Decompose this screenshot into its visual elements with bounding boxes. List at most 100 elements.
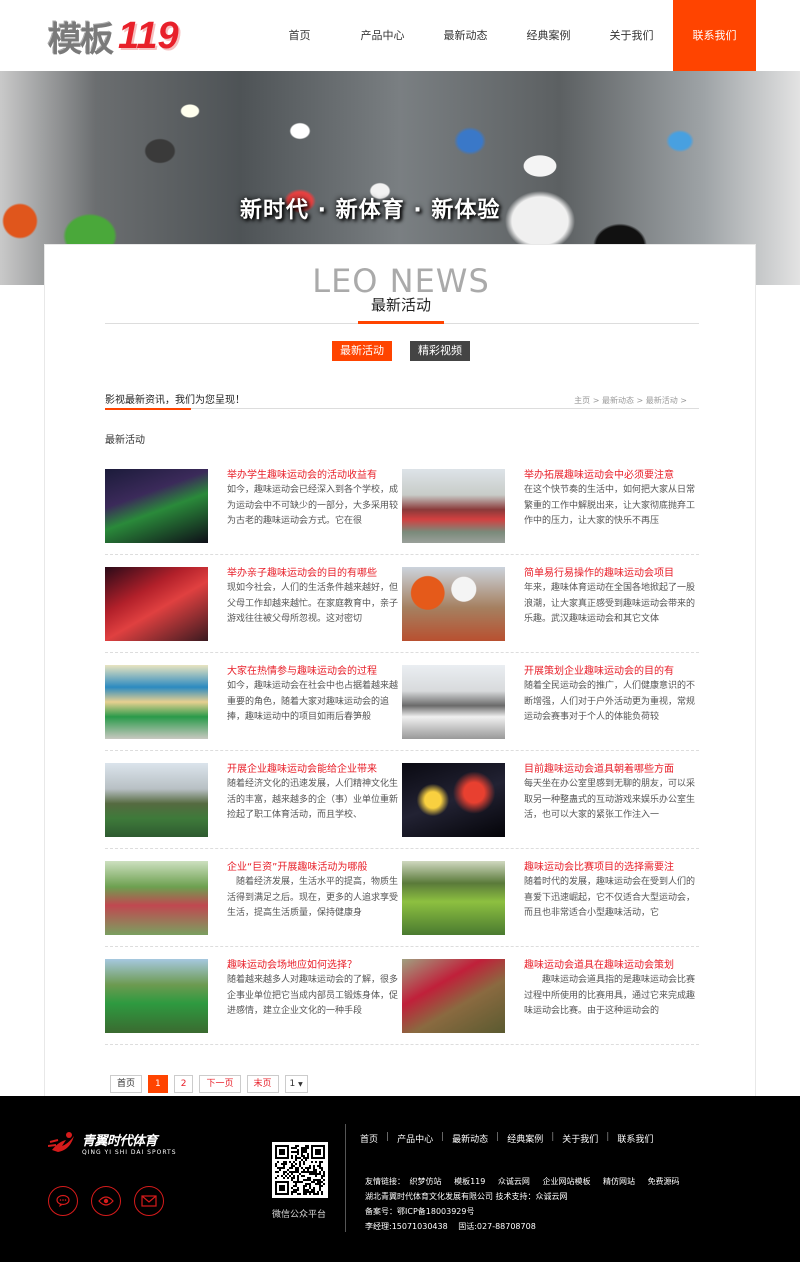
footer-brand-en: QING YI SHI DAI SPORTS: [82, 1149, 177, 1156]
news-item[interactable]: 开展企业趣味运动会能给企业带来随着经济文化的迅速发展，人们精神文化生活的丰富，越…: [105, 763, 401, 837]
news-title[interactable]: 开展策划企业趣味运动会的目的有: [524, 665, 698, 679]
row-divider: [105, 946, 699, 947]
pager-next[interactable]: 下一页: [199, 1075, 241, 1093]
news-thumbnail[interactable]: [105, 665, 208, 739]
news-item[interactable]: 举办亲子趣味运动会的目的有哪些现如今社会，人们的生活条件越来越好，但父母工作却越…: [105, 567, 401, 641]
nav-news[interactable]: 最新动态: [424, 0, 507, 71]
news-title[interactable]: 趣味运动会比赛项目的选择需要注: [524, 861, 698, 875]
nav-contact[interactable]: 联系我们: [673, 0, 756, 71]
tab-videos[interactable]: 精彩视频: [410, 341, 470, 361]
breadcrumb[interactable]: 主页 > 最新动态 > 最新活动 >: [574, 395, 687, 406]
footer-nav-news[interactable]: 最新动态: [452, 1132, 488, 1145]
news-item[interactable]: 开展策划企业趣味运动会的目的有 随着全民运动会的推广，人们健康意识的不断增强，人们…: [402, 665, 698, 739]
footer-brand-cn: 青翼时代体育: [82, 1134, 158, 1149]
runner-logo-icon: [47, 1128, 78, 1158]
pagination: 首页 1 2 下一页 末页 1 ▼: [110, 1075, 308, 1093]
news-item[interactable]: 简单易行易操作的趣味运动会项目年来，趣味体育运动在全国各地掀起了一股浪潮，让大家…: [402, 567, 698, 641]
news-excerpt: 年来，趣味体育运动在全国各地掀起了一股浪潮，让大家真正感受到趣味运动会带来的乐趣…: [524, 583, 696, 624]
friend-link[interactable]: 织梦仿站: [410, 1177, 442, 1186]
news-item[interactable]: 举办拓展趣味运动会中必须要注意 在这个快节奏的生活中，如何把大家从日常繁重的工作中…: [402, 469, 698, 543]
icp-number: 备案号：鄂ICP备18003929号: [365, 1207, 475, 1216]
pager-page[interactable]: 2: [173, 1075, 194, 1093]
news-title[interactable]: 开展企业趣味运动会能给企业带来: [227, 763, 401, 777]
row-divider: [105, 652, 699, 653]
news-item[interactable]: 大家在热情参与趣味运动会的过程如今，趣味运动会在社会中也占据着越来越重要的角色，…: [105, 665, 401, 739]
footer-nav-home[interactable]: 首页: [360, 1132, 378, 1145]
header: 模板 119 首页 产品中心 最新动态 经典案例 关于我们 联系我们: [0, 0, 800, 71]
section-title: 最新活动: [370, 296, 431, 314]
qr-label: 微信公众平台: [272, 1210, 327, 1220]
news-thumbnail[interactable]: [105, 861, 208, 935]
news-excerpt: 如今，趣味运动会在社会中也占据着越来越重要的角色，随着大家对趣味运动会的追捧，趣…: [227, 681, 399, 722]
news-item[interactable]: 目前趣味运动会道具朝着哪些方面每天坐在办公室里感到无聊的朋友，可以采取另一种整蛊…: [402, 763, 698, 837]
pager-select[interactable]: 1 ▼: [284, 1075, 308, 1093]
friend-link[interactable]: 精仿网站: [603, 1177, 635, 1186]
news-item[interactable]: 举办学生趣味运动会的活动收益有 如今，趣味运动会已经深入到各个学校，成为运动会中不…: [105, 469, 401, 543]
news-title[interactable]: 举办拓展趣味运动会中必须要注意: [524, 469, 698, 483]
news-title[interactable]: 趣味运动会道具在趣味运动会策划: [524, 959, 698, 973]
pager-last[interactable]: 末页: [246, 1075, 279, 1093]
footer-nav-contact[interactable]: 联系我们: [617, 1132, 653, 1145]
pager-page-current[interactable]: 1: [148, 1075, 168, 1093]
news-title[interactable]: 大家在热情参与趣味运动会的过程: [227, 665, 401, 679]
row-divider: [105, 750, 699, 751]
contact-info: 李经理:15071030438 固话:027-88708708: [365, 1222, 536, 1231]
wechat-qr-code: [272, 1142, 328, 1198]
news-thumbnail[interactable]: [105, 959, 208, 1033]
news-thumbnail[interactable]: [402, 469, 505, 543]
footer-nav-cases[interactable]: 经典案例: [507, 1132, 543, 1145]
logo[interactable]: 模板 119: [48, 14, 179, 60]
news-title[interactable]: 企业“巨资”开展趣味活动为哪般: [227, 861, 401, 875]
message-icon[interactable]: [48, 1186, 78, 1216]
sub-header: 影视最新资讯，我们为您呈现！ 主页 > 最新动态 > 最新活动 >: [105, 389, 699, 410]
news-thumbnail[interactable]: [105, 763, 208, 837]
pager-select-value: 1: [289, 1079, 296, 1089]
news-excerpt: 随着经济文化的迅速发展，人们精神文化生活的丰富，越来越多的企（事）业单位重新捡起…: [227, 779, 399, 820]
news-excerpt: 随着经济发展，生活水平的提高，物质生活得到满足之后。现在，更多的人追求享受生活，…: [227, 877, 399, 918]
tab-latest-activities[interactable]: 最新活动: [332, 341, 392, 361]
news-title[interactable]: 趣味运动会场地应如何选择？: [227, 959, 401, 973]
friend-link[interactable]: 众诚云网: [498, 1177, 530, 1186]
news-thumbnail[interactable]: [402, 567, 505, 641]
footer: 青翼时代体育 QING YI SHI DAI SPORTS 微信公众平台 首页 |…: [0, 1096, 800, 1262]
news-thumbnail[interactable]: [105, 469, 208, 543]
nav-cases[interactable]: 经典案例: [507, 0, 590, 71]
footer-nav-about[interactable]: 关于我们: [562, 1132, 598, 1145]
news-excerpt: 现如今社会，人们的生活条件越来越好，但父母工作却越来越忙。在家庭教育中，亲子游戏…: [227, 583, 399, 624]
sub-accent-bar: [105, 408, 191, 410]
friend-link[interactable]: 企业网站模板: [542, 1177, 590, 1186]
news-thumbnail[interactable]: [402, 763, 505, 837]
news-thumbnail[interactable]: [402, 665, 505, 739]
news-title[interactable]: 目前趣味运动会道具朝着哪些方面: [524, 763, 698, 777]
news-title[interactable]: 简单易行易操作的趣味运动会项目: [524, 567, 698, 581]
pager-first[interactable]: 首页: [110, 1075, 143, 1093]
news-item[interactable]: 趣味运动会比赛项目的选择需要注 随着时代的发展，趣味运动会在受到人们的喜爱下迅速崛…: [402, 861, 698, 935]
friend-link[interactable]: 免费源码: [648, 1177, 680, 1186]
eye-icon[interactable]: [91, 1186, 121, 1216]
news-excerpt: 趣味运动会道具指的是趣味运动会比赛过程中所使用的比赛用具，通过它来完成趣味运动会…: [524, 975, 696, 1016]
footer-logo[interactable]: 青翼时代体育 QING YI SHI DAI SPORTS: [47, 1128, 177, 1158]
news-thumbnail[interactable]: [402, 861, 505, 935]
news-excerpt: 每天坐在办公室里感到无聊的朋友，可以采取另一种整蛊式的互动游戏来娱乐办公室生活，…: [524, 779, 696, 820]
news-thumbnail[interactable]: [402, 959, 505, 1033]
news-panel: LEO NEWS 最新活动 最新活动 精彩视频 影视最新资讯，我们为您呈现！ 主…: [44, 244, 756, 1096]
mail-icon[interactable]: [134, 1186, 164, 1216]
friend-links: 友情链接： 织梦仿站 模板119 众诚云网 企业网站模板 精仿网站 免费源码: [365, 1174, 690, 1189]
news-item[interactable]: 趣味运动会场地应如何选择？ 随着越来越多人对趣味运动会的了解，很多企事业单位把它当…: [105, 959, 401, 1033]
logo-text: 模板: [48, 19, 114, 60]
row-divider: [105, 554, 699, 555]
footer-nav: 首页 | 产品中心 | 最新动态 | 经典案例 | 关于我们 | 联系我们: [360, 1132, 654, 1145]
news-item[interactable]: 趣味运动会道具在趣味运动会策划 趣味运动会道具指的是趣味运动会比赛过程中所使用的…: [402, 959, 698, 1033]
nav-about[interactable]: 关于我们: [590, 0, 673, 71]
news-title[interactable]: 举办亲子趣味运动会的目的有哪些: [227, 567, 401, 581]
chevron-down-icon: ▼: [298, 1081, 303, 1088]
nav-products[interactable]: 产品中心: [341, 0, 424, 71]
news-thumbnail[interactable]: [105, 567, 208, 641]
news-title[interactable]: 举办学生趣味运动会的活动收益有: [227, 469, 401, 483]
footer-info: 友情链接： 织梦仿站 模板119 众诚云网 企业网站模板 精仿网站 免费源码 湖…: [365, 1174, 690, 1234]
friend-link[interactable]: 模板119: [454, 1177, 485, 1186]
news-item[interactable]: 企业“巨资”开展趣味活动为哪般 随着经济发展，生活水平的提高，物质生活得到满足之…: [105, 861, 401, 935]
nav-home[interactable]: 首页: [258, 0, 341, 71]
category-heading: 最新活动: [105, 435, 145, 446]
footer-nav-products[interactable]: 产品中心: [397, 1132, 433, 1145]
